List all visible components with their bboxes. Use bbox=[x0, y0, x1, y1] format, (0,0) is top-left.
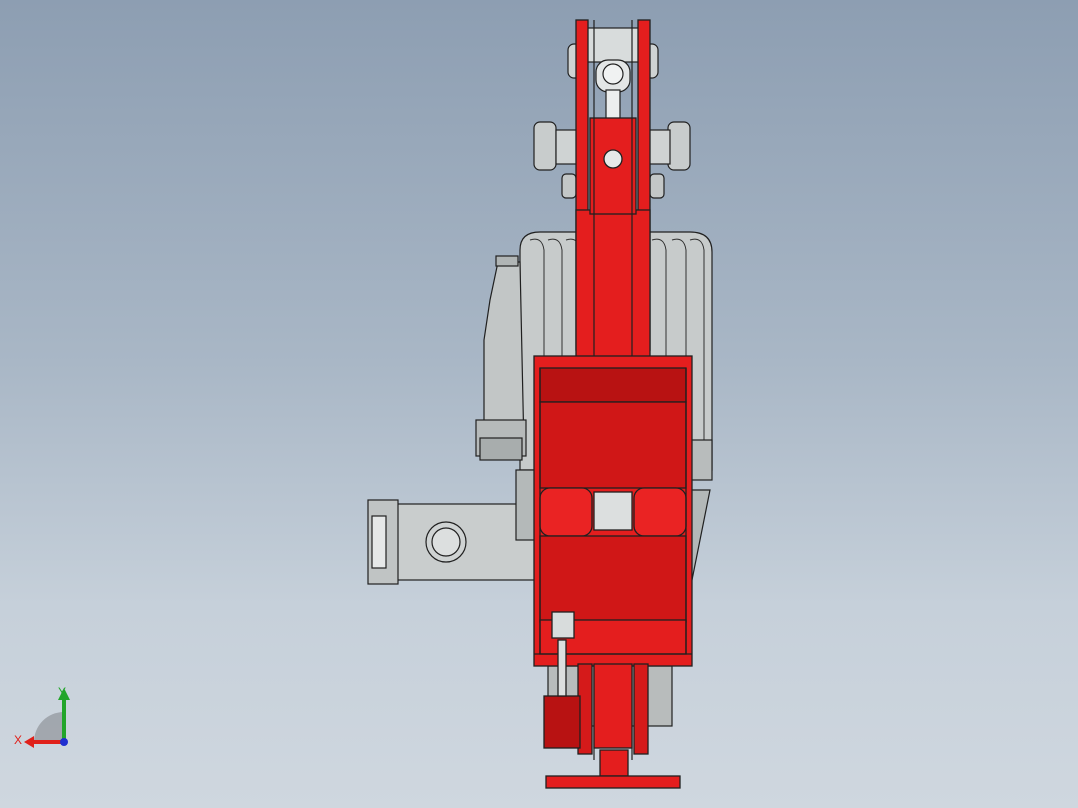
y-axis-label: Y bbox=[58, 685, 66, 699]
brake-assembly-model[interactable] bbox=[0, 0, 1078, 808]
triad-arc bbox=[34, 712, 64, 742]
x-axis-label: X bbox=[14, 733, 22, 747]
orientation-triad: Y X bbox=[14, 685, 70, 748]
z-axis-dot bbox=[60, 738, 68, 746]
graphics-viewport[interactable]: Y X bbox=[0, 0, 1078, 808]
x-axis-arrow bbox=[24, 736, 34, 748]
